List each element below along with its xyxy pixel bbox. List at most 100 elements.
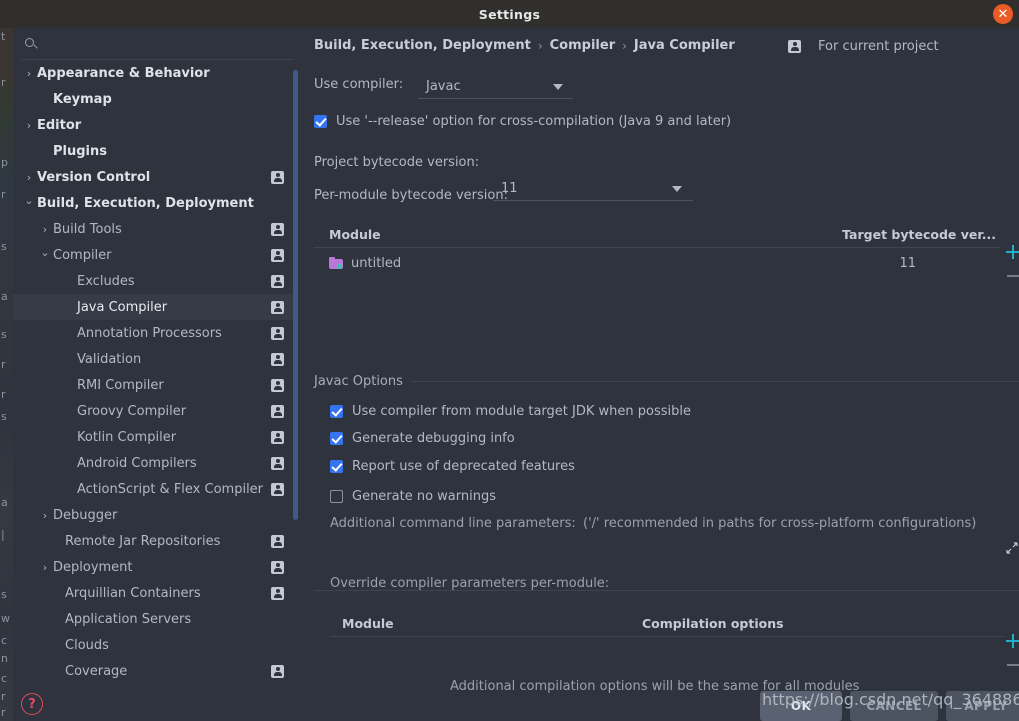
chevron-down-icon[interactable]: ⌄ xyxy=(21,194,37,207)
remove-module-bytecode-button[interactable] xyxy=(1007,275,1019,277)
javac-option-checkbox[interactable] xyxy=(330,490,343,503)
release-option-label: Use '--release' option for cross-compila… xyxy=(336,114,732,129)
chevron-right-icon[interactable]: › xyxy=(21,119,37,132)
additional-params-label: Additional command line parameters: xyxy=(330,516,576,531)
project-bytecode-dropdown[interactable]: 11 xyxy=(493,177,693,201)
sidebar-item-label: Appearance & Behavior xyxy=(37,65,210,81)
sidebar-item-label: Coverage xyxy=(65,663,128,679)
chevron-right-icon[interactable]: › xyxy=(37,509,53,522)
expand-editor-icon[interactable] xyxy=(1006,542,1018,554)
sidebar-item-build-tools[interactable]: › Build Tools xyxy=(13,216,298,242)
sidebar-item-remote-jar-repositories[interactable]: Remote Jar Repositories xyxy=(13,528,298,554)
window-title: Settings xyxy=(478,6,541,22)
project-scope-icon xyxy=(271,664,284,678)
sidebar-item-deployment[interactable]: › Deployment xyxy=(13,554,298,580)
apply-button[interactable]: APPLY xyxy=(946,691,1019,721)
use-compiler-dropdown[interactable]: Javac xyxy=(418,75,573,99)
javac-option-checkbox[interactable] xyxy=(330,432,343,445)
sidebar-item-arquillian-containers[interactable]: Arquillian Containers xyxy=(13,580,298,606)
dialog-button-bar: OK CANCEL APPLY xyxy=(298,691,1019,721)
module-target-version: 11 xyxy=(899,255,916,271)
breadcrumb-item-compiler[interactable]: Compiler xyxy=(550,38,615,53)
release-option-checkbox[interactable] xyxy=(314,115,327,128)
add-override-button[interactable] xyxy=(1006,634,1019,648)
project-scope-icon xyxy=(271,352,284,366)
project-scope-icon xyxy=(271,378,284,392)
sidebar-item-label: Editor xyxy=(37,117,82,133)
override-params-label: Override compiler parameters per-module: xyxy=(330,576,610,591)
ok-button[interactable]: OK xyxy=(760,691,842,721)
javac-option-checkbox[interactable] xyxy=(330,405,343,418)
project-bytecode-row: Project bytecode version: xyxy=(314,155,479,170)
sidebar-item-application-servers[interactable]: Application Servers xyxy=(13,606,298,632)
breadcrumb-item-build[interactable]: Build, Execution, Deployment xyxy=(314,38,531,53)
for-current-project-label: For current project xyxy=(818,39,939,54)
sidebar-item-clouds[interactable]: Clouds xyxy=(13,632,298,658)
table-row[interactable]: untitled 11 xyxy=(314,250,1000,276)
search-icon xyxy=(23,35,41,53)
sidebar-item-debugger[interactable]: › Debugger xyxy=(13,502,298,528)
sidebar-item-plugins[interactable]: Plugins xyxy=(13,138,298,164)
chevron-down-icon xyxy=(672,186,682,192)
sidebar-item-compiler[interactable]: ⌄ Compiler xyxy=(13,242,298,268)
additional-params-hint: ('/' recommended in paths for cross-plat… xyxy=(583,516,977,531)
sidebar-item-label: Remote Jar Repositories xyxy=(65,533,221,549)
sidebar-item-label: ActionScript & Flex Compiler xyxy=(77,481,264,497)
sidebar-item-label: Annotation Processors xyxy=(77,325,222,341)
javac-option-row[interactable]: Generate debugging info xyxy=(330,431,515,446)
sidebar-item-label: Clouds xyxy=(65,637,109,653)
project-scope-icon xyxy=(271,300,284,314)
remove-override-button[interactable] xyxy=(1007,664,1019,666)
javac-option-row[interactable]: Generate no warnings xyxy=(330,489,496,504)
settings-dialog-window: t r p r s a s r r s a | s w c n c r r Se… xyxy=(0,0,1019,721)
sidebar-item-label: Build, Execution, Deployment xyxy=(37,195,254,211)
breadcrumb-item-java-compiler[interactable]: Java Compiler xyxy=(634,38,735,53)
sidebar-item-java-compiler[interactable]: Java Compiler xyxy=(13,294,298,320)
chevron-right-icon[interactable]: › xyxy=(37,561,53,574)
javac-option-label: Generate debugging info xyxy=(352,431,515,446)
sidebar-item-groovy-compiler[interactable]: Groovy Compiler xyxy=(13,398,298,424)
search-input[interactable] xyxy=(41,36,293,51)
chevron-right-icon[interactable]: › xyxy=(21,67,37,80)
breadcrumb: Build, Execution, Deployment › Compiler … xyxy=(314,38,735,53)
sidebar-item-actionscript-flex-compiler[interactable]: ActionScript & Flex Compiler xyxy=(13,476,298,502)
sidebar-item-version-control[interactable]: › Version Control xyxy=(13,164,298,190)
sidebar-item-rmi-compiler[interactable]: RMI Compiler xyxy=(13,372,298,398)
sidebar-item-coverage[interactable]: Coverage xyxy=(13,658,298,684)
use-compiler-label: Use compiler: xyxy=(314,77,404,92)
sidebar-item-build-execution-deployment[interactable]: ⌄ Build, Execution, Deployment xyxy=(13,190,298,216)
project-scope-icon xyxy=(271,482,284,496)
sidebar-item-validation[interactable]: Validation xyxy=(13,346,298,372)
sidebar-item-keymap[interactable]: Keymap xyxy=(13,86,298,112)
settings-dialog: › Appearance & Behavior Keymap › Editor Plugi… xyxy=(13,28,1019,721)
project-scope-icon xyxy=(271,404,284,418)
help-icon[interactable]: ? xyxy=(21,693,43,715)
override-params-row: Override compiler parameters per-module: xyxy=(330,576,609,591)
sidebar-item-editor[interactable]: › Editor xyxy=(13,112,298,138)
javac-option-row[interactable]: Report use of deprecated features xyxy=(330,459,575,474)
sidebar-item-android-compilers[interactable]: Android Compilers xyxy=(13,450,298,476)
sidebar-item-label: Compiler xyxy=(53,247,112,263)
cancel-button[interactable]: CANCEL xyxy=(850,691,938,721)
javac-option-checkbox[interactable] xyxy=(330,460,343,473)
release-option-checkbox-row[interactable]: Use '--release' option for cross-compila… xyxy=(314,114,731,129)
sidebar-item-annotation-processors[interactable]: Annotation Processors xyxy=(13,320,298,346)
chevron-right-icon[interactable]: › xyxy=(37,223,53,236)
sidebar-item-kotlin-compiler[interactable]: Kotlin Compiler xyxy=(13,424,298,450)
sidebar-item-appearance-behavior[interactable]: › Appearance & Behavior xyxy=(13,60,298,86)
sidebar-item-label: RMI Compiler xyxy=(77,377,164,393)
background-ide-strip: t r p r s a s r r s a | s w c n c r r xyxy=(0,28,13,721)
chevron-right-icon[interactable]: › xyxy=(21,171,37,184)
add-module-bytecode-button[interactable] xyxy=(1006,245,1019,259)
chevron-down-icon[interactable]: ⌄ xyxy=(37,246,53,259)
javac-option-row[interactable]: Use compiler from module target JDK when… xyxy=(330,404,691,419)
close-icon[interactable]: ✕ xyxy=(993,4,1013,24)
settings-search-row[interactable] xyxy=(21,28,293,60)
sidebar-item-label: Arquillian Containers xyxy=(65,585,201,601)
project-scope-icon xyxy=(271,456,284,470)
project-scope-icon xyxy=(271,326,284,340)
group-divider xyxy=(410,381,1019,382)
module-column-header: Module xyxy=(329,226,381,242)
module-table-header: Module Target bytecode ver... xyxy=(314,221,1000,248)
sidebar-item-excludes[interactable]: Excludes xyxy=(13,268,298,294)
